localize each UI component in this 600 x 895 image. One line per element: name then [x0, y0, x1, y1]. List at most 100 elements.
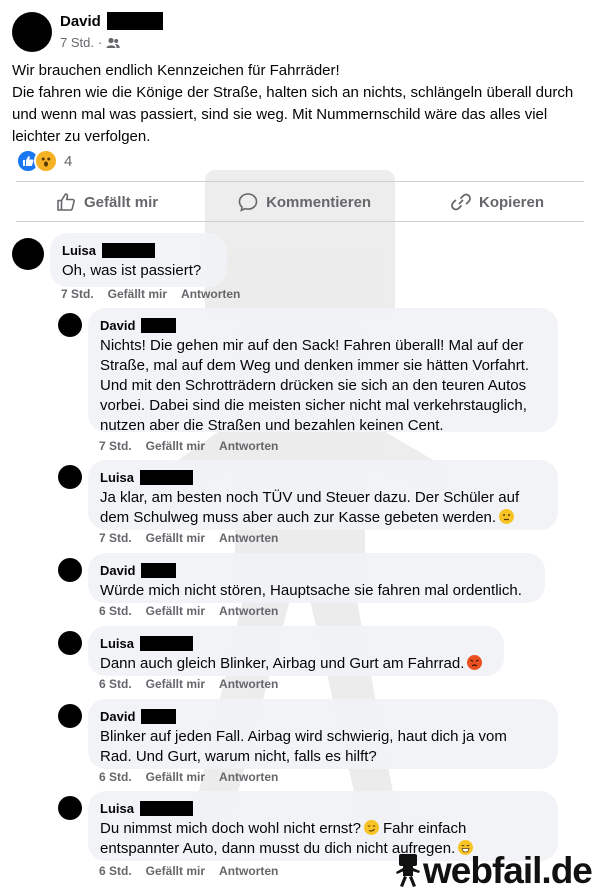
comment-reply-link[interactable]: Antworten: [219, 677, 278, 691]
comment-text-fragment: Dann auch gleich Blinker, Airbag und Gur…: [100, 655, 465, 672]
copy-button-label: Kopieren: [479, 193, 545, 211]
comment-text: Blinker auf jeden Fall. Airbag wird schw…: [100, 727, 546, 767]
comment-bubble: Luisa Dann auch gleich Blinker, Airbag u…: [88, 626, 504, 676]
thumbs-up-icon: [57, 193, 75, 211]
comment-text-line: Oh, was ist passiert?: [62, 262, 202, 279]
comment-text-line: Du nimmst mich doch wohl nicht ernst? Fa…: [100, 819, 546, 839]
comment-text: Nichts! Die gehen mir auf den Sack! Fahr…: [100, 336, 546, 436]
comment-like-link[interactable]: Gefällt mir: [108, 287, 167, 301]
comment-bubble: David Nichts! Die gehen mir auf den Sack…: [88, 308, 558, 434]
comment-like-link[interactable]: Gefällt mir: [146, 604, 205, 618]
commenter-name[interactable]: Luisa: [100, 636, 134, 651]
comment-reply-link[interactable]: Antworten: [219, 531, 278, 545]
post-text-line: Wir brauchen endlich Kennzeichen für Fah…: [12, 62, 340, 79]
redacted-surname: [106, 12, 163, 30]
author-name[interactable]: David: [60, 13, 101, 30]
comment-actions: 6 Std. Gefällt mir Antworten: [99, 864, 278, 878]
commenter-name[interactable]: David: [100, 709, 135, 724]
comment-reply-link[interactable]: Antworten: [181, 287, 240, 301]
commenter-name[interactable]: David: [100, 563, 135, 578]
comment-text-line: nutzen aber die Straßen und bezahlen kei…: [100, 417, 444, 434]
redacted-surname: [101, 242, 155, 258]
friends-icon: [106, 37, 121, 48]
redacted-surname: [139, 635, 193, 651]
smirk-emoji-icon: [363, 820, 379, 835]
commenter-name[interactable]: Luisa: [100, 801, 134, 816]
redacted-surname: [139, 800, 193, 816]
comment-text-line: vorbei. Dabei sind die meisten sicher ni…: [100, 397, 527, 414]
post-meta: 7 Std. ·: [60, 35, 121, 50]
webfail-logo: webfail.de: [395, 850, 593, 891]
comment-text-line: Ja klar, am besten noch TÜV und Steuer d…: [100, 489, 520, 506]
commenter-avatar[interactable]: [58, 704, 82, 728]
angry-emoji-icon: [467, 655, 483, 670]
comment-like-link[interactable]: Gefällt mir: [146, 439, 205, 453]
comment-like-link[interactable]: Gefällt mir: [146, 864, 205, 878]
comment-bubble: David Würde mich nicht stören, Hauptsach…: [88, 553, 545, 603]
commenter-avatar[interactable]: [12, 238, 44, 270]
comment-actions: 6 Std. Gefällt mir Antworten: [99, 770, 278, 784]
comment-text-line: Blinker auf jeden Fall. Airbag wird schw…: [100, 728, 507, 745]
comment-actions: 7 Std. Gefällt mir Antworten: [61, 287, 240, 301]
comment-text-fragment: Fahr einfach: [382, 820, 467, 837]
comment-time[interactable]: 6 Std.: [99, 864, 132, 878]
copy-button[interactable]: Kopieren: [451, 192, 544, 212]
comment-bubble: Luisa Oh, was ist passiert?: [50, 233, 227, 287]
comment-button[interactable]: Kommentieren: [238, 192, 371, 212]
redacted-surname: [141, 708, 177, 724]
comment-text: Ja klar, am besten noch TÜV und Steuer d…: [100, 488, 546, 528]
comment-reply-link[interactable]: Antworten: [219, 770, 278, 784]
comment-like-link[interactable]: Gefällt mir: [146, 770, 205, 784]
commenter-name[interactable]: Luisa: [100, 470, 134, 485]
commenter-avatar[interactable]: [58, 796, 82, 820]
author-avatar[interactable]: [12, 12, 52, 52]
comment-actions: 7 Std. Gefällt mir Antworten: [99, 439, 278, 453]
comment-text: Oh, was ist passiert?: [62, 261, 215, 281]
webfail-brand-text: webfail.de: [423, 850, 593, 891]
comment-text-line: Nichts! Die gehen mir auf den Sack! Fahr…: [100, 337, 524, 354]
wow-icon: [34, 149, 58, 173]
comment-reply-link[interactable]: Antworten: [219, 864, 278, 878]
comment-time[interactable]: 6 Std.: [99, 604, 132, 618]
like-button-label: Gefällt mir: [83, 193, 159, 211]
comment-text-line: Dann auch gleich Blinker, Airbag und Gur…: [100, 654, 492, 674]
comment-reply-link[interactable]: Antworten: [219, 439, 278, 453]
comment-actions: 6 Std. Gefällt mir Antworten: [99, 677, 278, 691]
comment-like-link[interactable]: Gefällt mir: [146, 531, 205, 545]
comment-time[interactable]: 6 Std.: [99, 770, 132, 784]
comment-time[interactable]: 7 Std.: [99, 439, 132, 453]
comment-bubble: David Blinker auf jeden Fall. Airbag wir…: [88, 699, 558, 769]
reactions-summary[interactable]: 4: [16, 149, 72, 173]
meta-separator: ·: [97, 35, 103, 50]
post-text: Wir brauchen endlich Kennzeichen für Fah…: [12, 60, 592, 148]
comment-actions: 7 Std. Gefällt mir Antworten: [99, 531, 278, 545]
comment-button-label: Kommentieren: [266, 193, 372, 211]
commenter-avatar[interactable]: [58, 313, 82, 337]
comment-bubble: Luisa Ja klar, am besten noch TÜV und St…: [88, 460, 558, 530]
redacted-surname: [141, 562, 177, 578]
comment-text-line: Würde mich nicht stören, Hauptsache sie …: [100, 582, 522, 599]
comment-text: Würde mich nicht stören, Hauptsache sie …: [100, 581, 533, 601]
comment-reply-link[interactable]: Antworten: [219, 604, 278, 618]
comment-like-link[interactable]: Gefällt mir: [146, 677, 205, 691]
comment-actions: 6 Std. Gefällt mir Antworten: [99, 604, 278, 618]
commenter-avatar[interactable]: [58, 465, 82, 489]
thinking-emoji-icon: [499, 509, 515, 524]
comment-time[interactable]: 7 Std.: [61, 287, 94, 301]
commenter-name[interactable]: Luisa: [62, 243, 96, 258]
comment-text-fragment: dem Schulweg muss aber auch zur Kasse ge…: [100, 509, 497, 526]
comment-text-fragment: Du nimmst mich doch wohl nicht ernst?: [100, 820, 361, 837]
comment-time[interactable]: 6 Std.: [99, 677, 132, 691]
like-button[interactable]: Gefällt mir: [56, 192, 158, 212]
comment-time[interactable]: 7 Std.: [99, 531, 132, 545]
commenter-avatar[interactable]: [58, 558, 82, 582]
post-time[interactable]: 7 Std.: [60, 35, 94, 50]
commenter-name[interactable]: David: [100, 318, 135, 333]
commenter-avatar[interactable]: [58, 631, 82, 655]
post-text-line: leichter zu verfolgen.: [12, 128, 151, 145]
post-text-line: und wenn mal was passiert, sind sie weg.…: [12, 106, 548, 123]
webfail-mascot-icon: [396, 854, 420, 887]
comment-text: Dann auch gleich Blinker, Airbag und Gur…: [100, 654, 492, 674]
divider-bottom: [16, 221, 584, 222]
link-icon: [451, 193, 471, 211]
